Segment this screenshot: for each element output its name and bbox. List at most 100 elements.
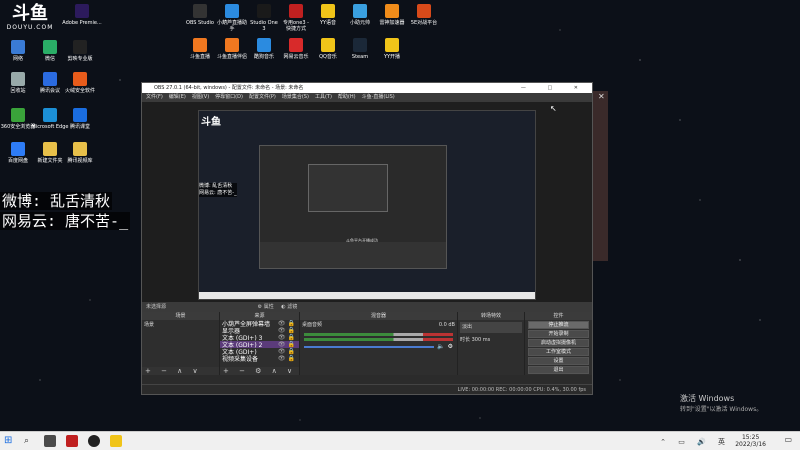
desktop-icon-label: 专用one3 - 快捷方式 <box>283 20 309 32</box>
desktop-icon-label: 微信 <box>44 56 55 62</box>
window-controls[interactable]: — □ ✕ <box>521 83 588 93</box>
app-icon <box>353 4 367 18</box>
app-icon <box>11 72 25 86</box>
mouse-cursor-icon: ↖ <box>550 104 557 113</box>
nested-docks <box>260 242 446 268</box>
desktop-icon-label: 小助元帅 <box>349 20 370 26</box>
desktop-icon[interactable]: 雷神加速器 <box>376 4 408 26</box>
app-icon <box>257 4 271 18</box>
desktop-icon[interactable]: 火绒安全软件 <box>58 72 102 94</box>
obs-menu-item[interactable]: 斗鱼-直播(LIS) <box>362 94 395 100</box>
app-icon <box>73 108 87 122</box>
desktop-icon-label: YY语音 <box>319 20 337 26</box>
task-view-icon[interactable] <box>44 435 56 447</box>
desktop-icon[interactable]: Adobe Premie... <box>60 4 104 26</box>
yy-taskbar-icon[interactable] <box>110 435 122 447</box>
properties-button[interactable]: 属性 <box>264 304 274 310</box>
studio-one-taskbar-icon[interactable] <box>66 435 78 447</box>
volume-slider[interactable] <box>304 345 435 348</box>
start-button-icon[interactable]: ⊞ <box>4 435 16 447</box>
app-icon <box>417 4 431 18</box>
douyu-logo-text: DOUYU.COM <box>6 24 54 31</box>
transition-value: 淡出 <box>462 324 473 330</box>
audio-meter <box>304 333 453 336</box>
control-button[interactable]: 开始录制 <box>528 330 589 338</box>
desktop-icon[interactable]: 斗鱼直播 <box>184 38 216 60</box>
notification-icon[interactable]: ▭ <box>784 435 792 444</box>
desktop-icon[interactable]: Steam <box>344 38 376 60</box>
visibility-lock-icons[interactable]: 👁🔒 <box>278 355 297 362</box>
desktop-icon[interactable]: 小葫芦直播助手 <box>216 4 248 32</box>
visibility-lock-icons[interactable]: 👁🔒 <box>278 348 297 355</box>
desktop-icon[interactable]: YY语音 <box>312 4 344 26</box>
mixer-gear-icon[interactable]: ⚙ <box>448 343 453 350</box>
desktop-icon[interactable]: 酷狗音乐 <box>248 38 280 60</box>
clock-date: 2022/3/16 <box>735 441 766 448</box>
control-button[interactable]: 停止推流 <box>528 321 589 329</box>
scene-item[interactable]: 场景 <box>144 322 217 329</box>
desktop-icon[interactable]: OBS Studio <box>184 4 216 26</box>
control-button[interactable]: 退出 <box>528 366 589 374</box>
obs-menu-item[interactable]: 配置文件(P) <box>249 94 276 100</box>
obs-title-bar[interactable]: OBS 27.0.1 (64-bit, windows) - 配置文件: 未命名… <box>142 83 592 93</box>
control-button[interactable]: 启动虚拟摄像机 <box>528 339 589 347</box>
transition-duration-label: 时长 <box>460 337 471 343</box>
desktop-icon[interactable]: 剪映专业版 <box>58 40 102 62</box>
control-button[interactable]: 工作室模式 <box>528 348 589 356</box>
desktop-icon-label: 酷狗音乐 <box>253 54 274 60</box>
desktop-icon-label: 腾讯会议 <box>39 88 60 94</box>
obs-menu-item[interactable]: 帮助(H) <box>338 94 356 100</box>
desktop-icon-label: YY开播 <box>383 54 401 60</box>
obs-menu-item[interactable]: 视图(V) <box>192 94 209 100</box>
system-tray[interactable]: ⌃ ▭ 🔊 英 <box>660 437 730 447</box>
nested-taskbar <box>199 292 535 299</box>
filters-button[interactable]: 滤镜 <box>287 304 297 310</box>
obs-menu-item[interactable]: 工具(T) <box>315 94 332 100</box>
obs-preview[interactable]: 斗鱼 微博: 乱舌清秋 网易云: 唐不苦-_ 斗鱼平台开播成功 <box>142 102 592 302</box>
app-icon <box>75 4 89 18</box>
scenes-dock: 场景 场景 + − ∧ ∨ <box>142 312 219 375</box>
obs-menu-item[interactable]: 场景集合(S) <box>282 94 309 100</box>
visibility-lock-icons[interactable]: 👁🔒 <box>278 327 297 334</box>
gear-icon[interactable]: ⚙ <box>258 304 262 310</box>
obs-menu-item[interactable]: 编辑(E) <box>169 94 186 100</box>
scenes-footer[interactable]: + − ∧ ∨ <box>142 367 219 375</box>
obs-menu-item[interactable]: 文件(F) <box>146 94 163 100</box>
controls-dock: 控件 停止推流 开始录制 启动虚拟摄像机 工作室模式 设置 退出 <box>525 312 592 375</box>
app-icon <box>353 38 367 52</box>
visibility-lock-icons[interactable]: 👁🔒 <box>278 334 297 341</box>
desktop-icon-label: 百度网盘 <box>7 158 28 164</box>
desktop-icon[interactable]: YY开播 <box>376 38 408 60</box>
desktop-icon[interactable]: 专用one3 - 快捷方式 <box>280 4 312 32</box>
desktop-icon[interactable]: 斗鱼直播伴侣 <box>216 38 248 60</box>
desktop-icon[interactable]: 腾讯视频库 <box>58 142 102 164</box>
obs-menu-item[interactable]: 停靠窗口(D) <box>215 94 243 100</box>
visibility-lock-icons[interactable]: 👁🔒 <box>278 320 297 327</box>
transitions-dock: 转场特效 淡出 时长 300 ms <box>458 312 524 375</box>
transition-duration[interactable]: 300 ms <box>472 337 491 343</box>
douyu-logo[interactable]: 斗鱼 DOUYU.COM <box>6 4 54 40</box>
clock[interactable]: 15:25 2022/3/16 <box>735 434 766 448</box>
source-item[interactable]: 视频采集设备 👁🔒 <box>220 355 299 363</box>
desktop-icon[interactable]: 5E对战平台 <box>408 4 440 26</box>
obs-taskbar-icon[interactable] <box>88 435 100 447</box>
desktop-icon[interactable]: QQ音乐 <box>312 38 344 60</box>
desktop-icon[interactable]: 腾讯课堂 <box>58 108 102 130</box>
transition-select[interactable]: 淡出 <box>460 322 522 333</box>
app-icon <box>385 38 399 52</box>
mixer-track: 桌面音频 0.0 dB <box>300 320 457 331</box>
background-close-icon[interactable]: ✕ <box>598 92 605 101</box>
search-icon[interactable]: ⌕ <box>24 435 36 447</box>
desktop-icon[interactable]: Studio One 3 <box>248 4 280 32</box>
speaker-icon[interactable]: 🔈 <box>437 343 444 350</box>
app-icon <box>193 4 207 18</box>
visibility-lock-icons[interactable]: 👁🔒 <box>278 341 297 348</box>
sources-footer[interactable]: + − ⚙ ∧ ∨ <box>220 367 299 375</box>
filter-icon[interactable]: ◐ <box>281 304 285 310</box>
desktop-icon[interactable]: 小助元帅 <box>344 4 376 26</box>
source-toolbar: 未选择源 ⚙ 属性 ◐ 滤镜 <box>142 302 592 312</box>
desktop-icon[interactable]: 网易云音乐 <box>280 38 312 60</box>
obs-menu-bar: 文件(F) 编辑(E) 视图(V) 停靠窗口(D) 配置文件(P) 场景集合(S) 工具(T… <box>142 93 592 102</box>
control-button[interactable]: 设置 <box>528 357 589 365</box>
nested-logo: 斗鱼 <box>201 117 221 128</box>
